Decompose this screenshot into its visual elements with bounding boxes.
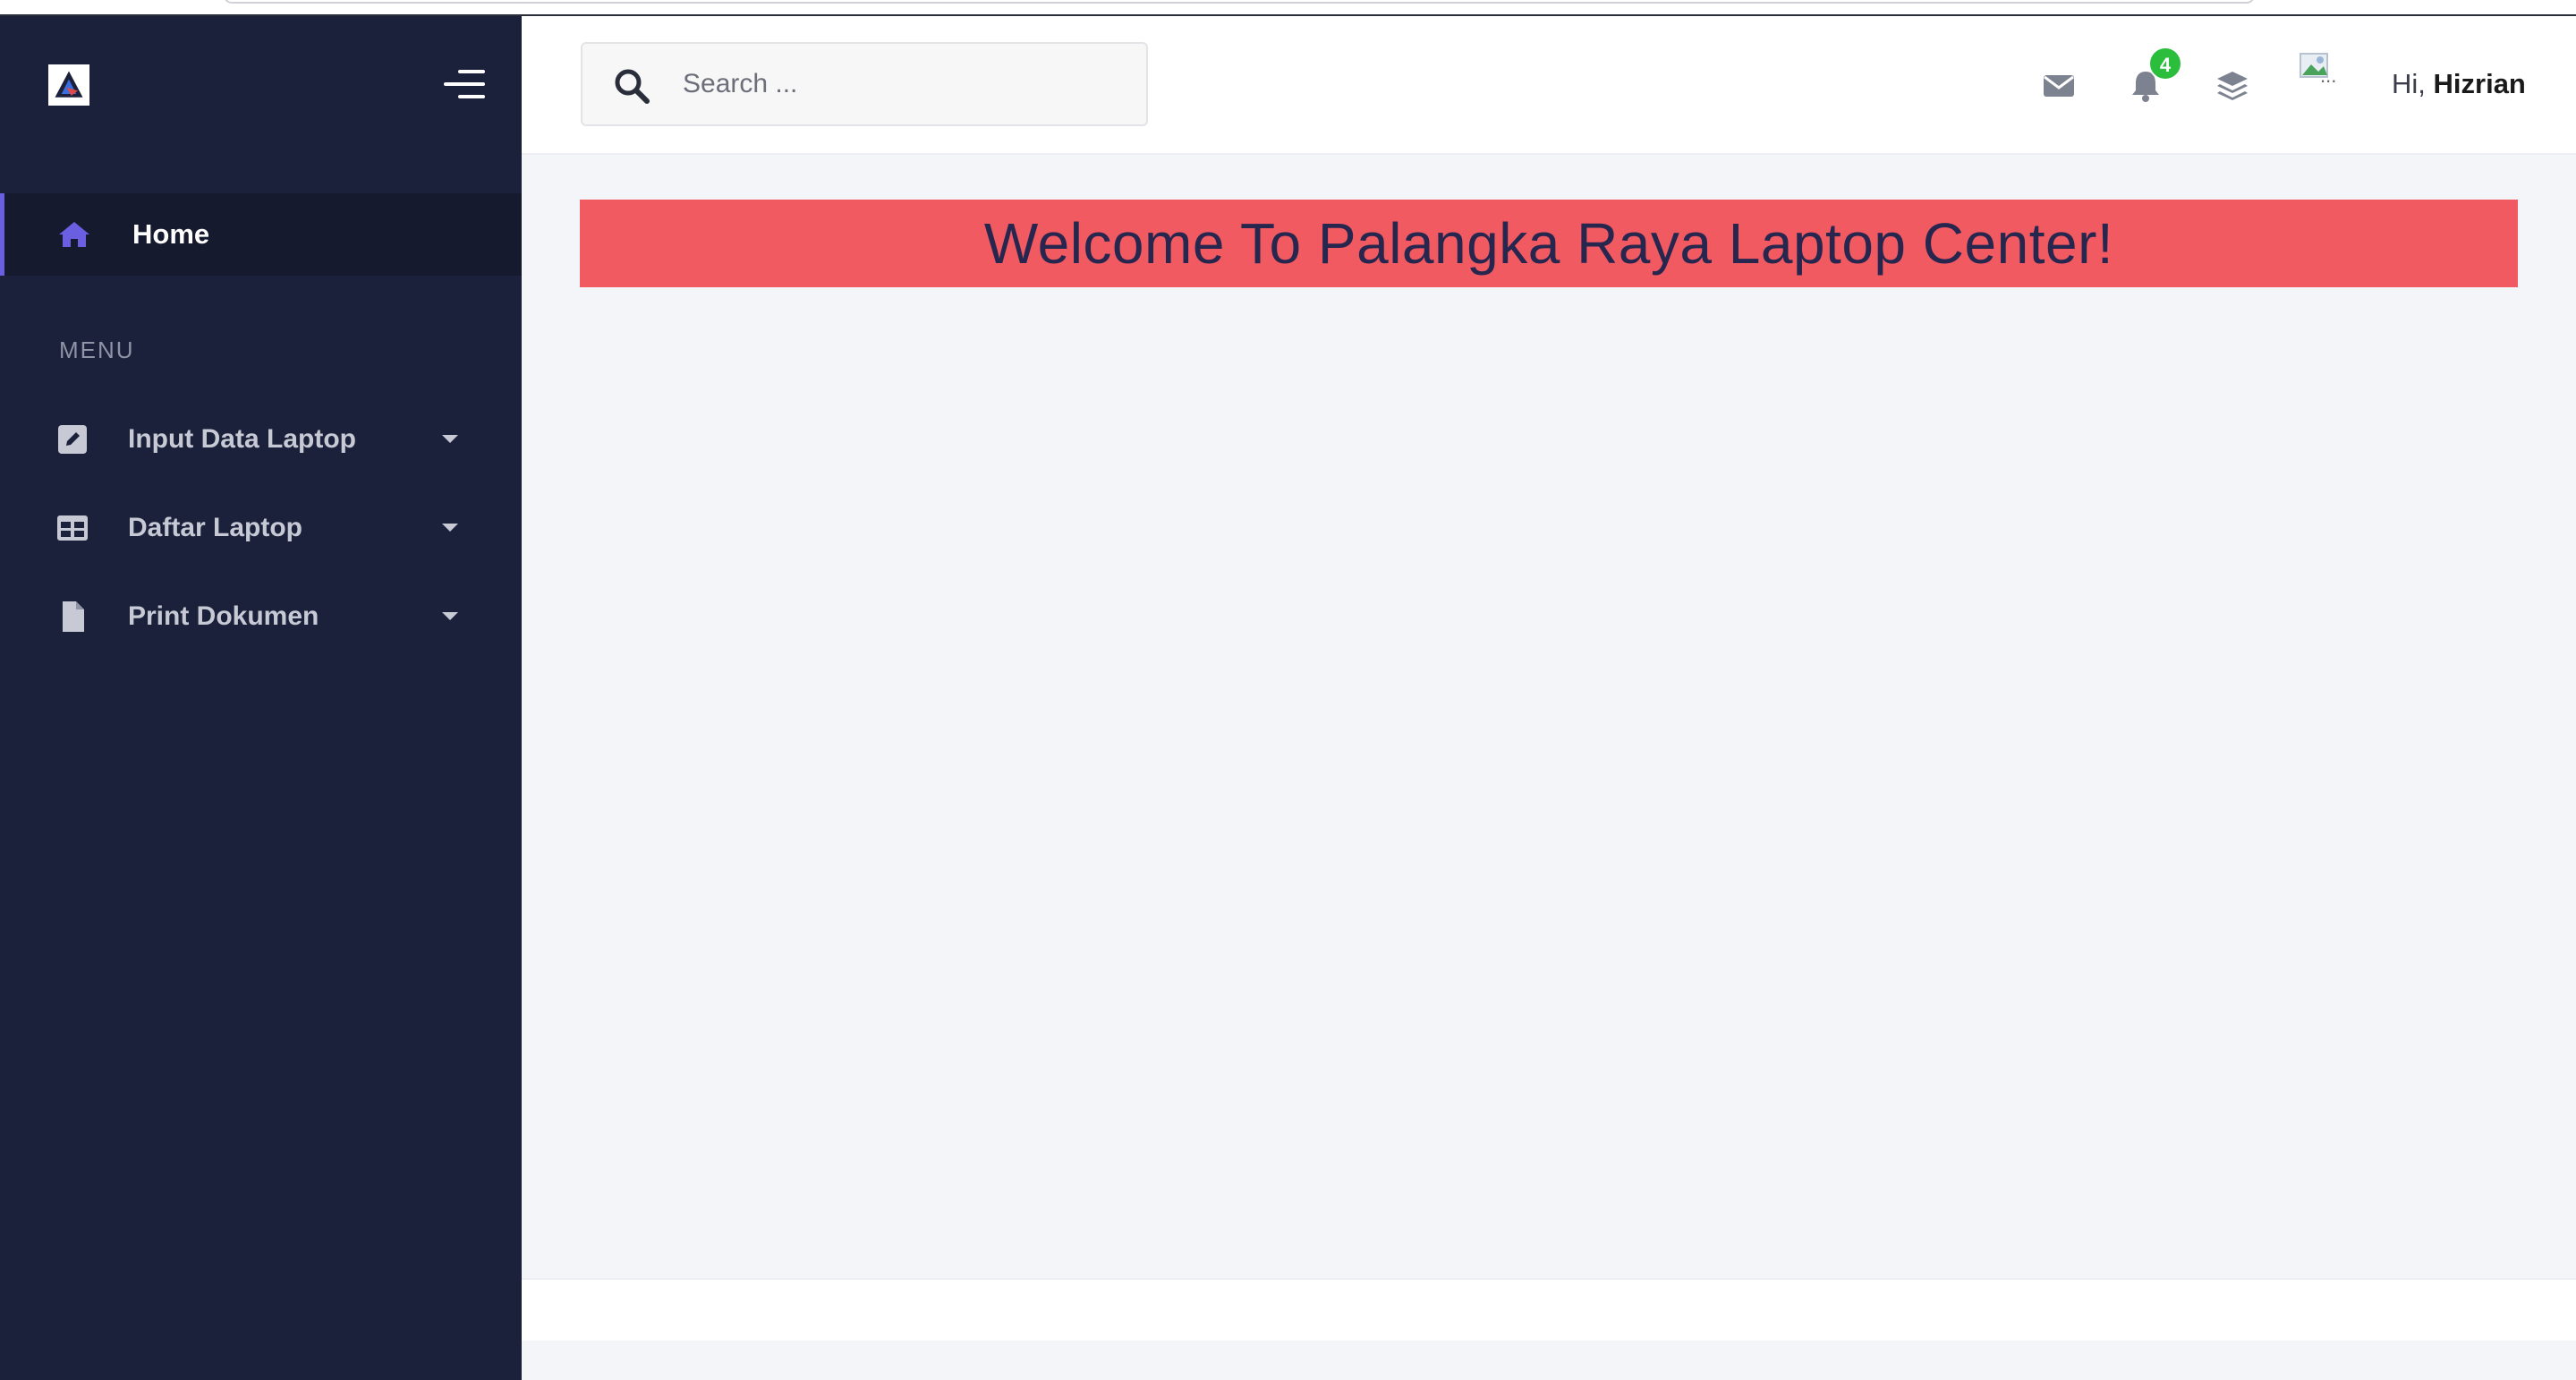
notification-count-badge: 4 xyxy=(2148,47,2182,81)
page-footer xyxy=(522,1278,2576,1341)
sidebar-toggle-icon[interactable] xyxy=(444,68,485,100)
welcome-heading: Welcome To Palangka Raya Laptop Center! xyxy=(983,211,2114,276)
layers-icon[interactable] xyxy=(2215,68,2250,104)
sidebar-item-print-dokumen[interactable]: Print Dokumen xyxy=(0,582,522,653)
avatar-alt-text: ... xyxy=(2320,64,2337,87)
search-icon[interactable] xyxy=(613,67,650,105)
chevron-down-icon xyxy=(442,435,458,443)
sidebar-item-home[interactable]: Home xyxy=(0,193,522,276)
sidebar: Home MENU Input Data Laptop Daftar Lapto… xyxy=(0,16,522,1380)
file-icon xyxy=(63,601,84,632)
sidebar-item-label: Print Dokumen xyxy=(128,601,319,631)
table-icon xyxy=(57,515,88,541)
sidebar-item-label: Daftar Laptop xyxy=(128,513,302,542)
logo-icon xyxy=(50,66,88,104)
edit-icon xyxy=(58,425,87,454)
top-header: 4 ... Hi, Hizrian xyxy=(522,16,2576,155)
user-name: Hizrian xyxy=(2433,68,2526,99)
greeting-prefix: Hi, xyxy=(2392,68,2426,99)
home-icon xyxy=(59,222,89,247)
sidebar-item-daftar-laptop[interactable]: Daftar Laptop xyxy=(0,493,522,565)
avatar[interactable]: ... xyxy=(2299,50,2352,100)
sidebar-item-label: Home xyxy=(132,218,210,250)
sidebar-item-label: Input Data Laptop xyxy=(128,424,356,454)
welcome-banner: Welcome To Palangka Raya Laptop Center! xyxy=(580,200,2518,287)
browser-top-strip xyxy=(0,0,2576,16)
sidebar-item-input-data-laptop[interactable]: Input Data Laptop xyxy=(0,405,522,476)
user-greeting[interactable]: Hi, Hizrian xyxy=(2392,68,2526,100)
search-input[interactable] xyxy=(683,62,1121,106)
envelope-icon[interactable] xyxy=(2041,68,2077,104)
chevron-down-icon xyxy=(442,524,458,532)
app-logo[interactable] xyxy=(48,64,89,106)
search-box xyxy=(581,42,1148,126)
chevron-down-icon xyxy=(442,612,458,620)
menu-section-heading: MENU xyxy=(59,336,135,363)
address-bar xyxy=(224,0,2255,4)
